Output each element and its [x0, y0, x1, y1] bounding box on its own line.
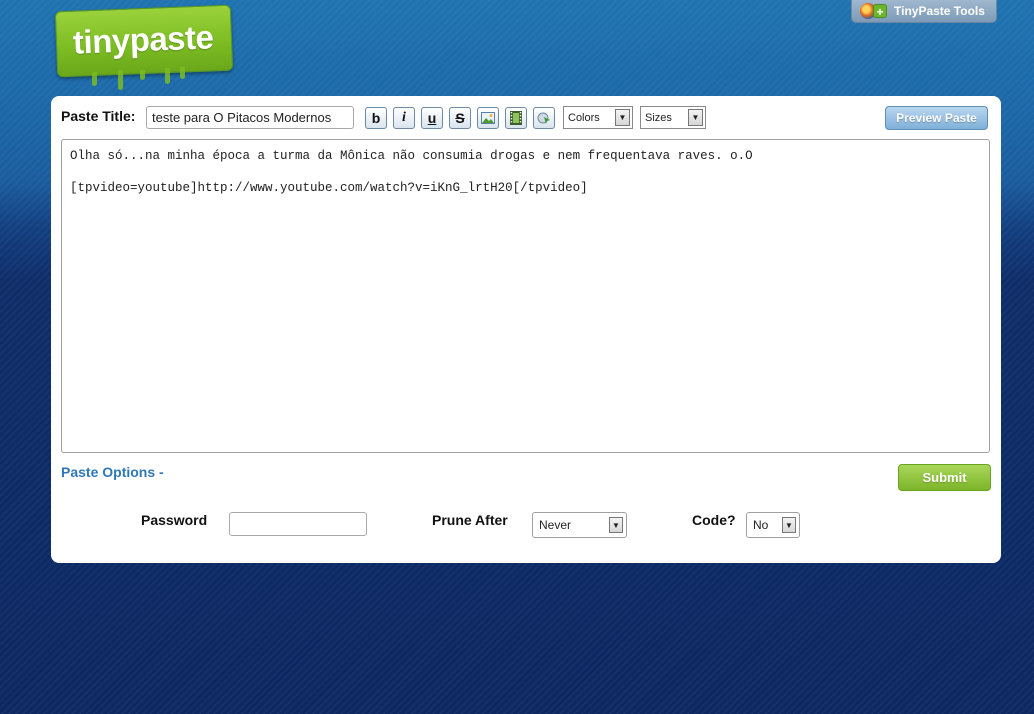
strikethrough-button[interactable]: S — [449, 107, 471, 129]
logo-drip — [140, 70, 145, 80]
password-label: Password — [141, 512, 208, 528]
tools-icons: + — [860, 2, 890, 20]
paste-title-label: Paste Title: — [61, 108, 136, 124]
bold-button[interactable]: b — [365, 107, 387, 129]
link-globe-icon — [537, 112, 550, 124]
paste-options-toggle[interactable]: Paste Options - — [61, 464, 164, 480]
submit-button[interactable]: Submit — [898, 464, 991, 491]
chevron-down-icon: ▼ — [782, 517, 796, 533]
code-label: Code? — [692, 512, 736, 528]
italic-icon: i — [402, 110, 406, 125]
prune-after-value: Never — [539, 518, 572, 532]
code-select[interactable]: No ▼ — [746, 512, 800, 538]
prune-after-label: Prune After — [432, 512, 508, 528]
underline-button[interactable]: u — [421, 107, 443, 129]
underline-icon: u — [427, 110, 437, 126]
image-icon — [481, 112, 495, 124]
paste-textarea[interactable]: Olha só...na minha época a turma da Môni… — [61, 139, 990, 453]
colors-select-label: Colors — [568, 111, 600, 124]
password-input[interactable] — [229, 512, 367, 536]
plus-icon: + — [873, 4, 887, 19]
prune-after-select[interactable]: Never ▼ — [532, 512, 627, 538]
tools-label: TinyPaste Tools — [894, 4, 985, 18]
strikethrough-icon: S — [455, 110, 465, 126]
chevron-down-icon: ▼ — [688, 109, 703, 126]
colors-select[interactable]: Colors ▼ — [563, 106, 633, 129]
chevron-down-icon: ▼ — [615, 109, 630, 126]
logo-drip — [92, 72, 97, 86]
preview-paste-button[interactable]: Preview Paste — [885, 106, 988, 130]
logo-drip — [118, 70, 123, 90]
insert-image-button[interactable] — [477, 107, 499, 129]
logo-drip — [180, 67, 185, 79]
italic-button[interactable]: i — [393, 107, 415, 129]
paste-title-input[interactable] — [146, 106, 354, 129]
film-icon — [510, 111, 522, 125]
logo-text: tinypaste — [72, 18, 214, 61]
chevron-down-icon: ▼ — [609, 517, 623, 533]
tinypaste-logo[interactable]: tinypaste — [54, 4, 234, 78]
bold-icon: b — [371, 110, 381, 126]
insert-link-button[interactable] — [533, 107, 555, 129]
insert-video-button[interactable] — [505, 107, 527, 129]
tinypaste-tools-tab[interactable]: + TinyPaste Tools — [851, 0, 997, 23]
sizes-select-label: Sizes — [645, 111, 672, 124]
paste-form-panel: Paste Title: b i u S — [51, 96, 1001, 563]
sizes-select[interactable]: Sizes ▼ — [640, 106, 706, 129]
code-value: No — [753, 518, 769, 532]
logo-drip — [165, 68, 170, 84]
